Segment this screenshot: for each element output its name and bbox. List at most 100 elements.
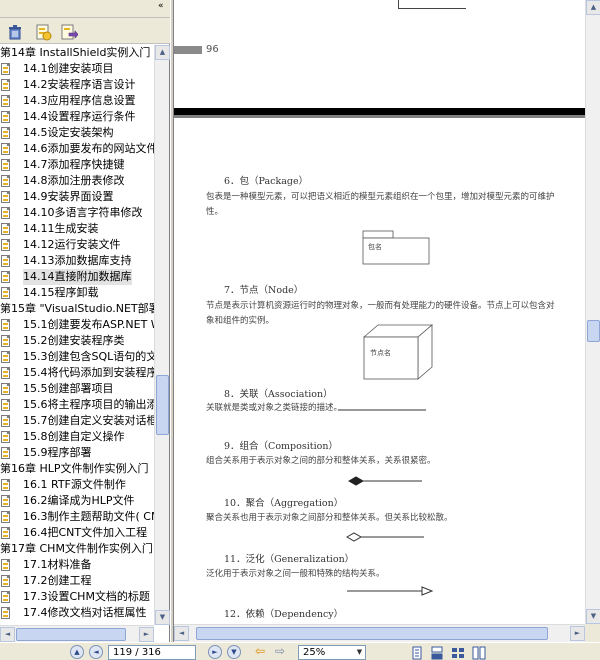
document-vertical-scrollbar[interactable]: ▲ ▼: [585, 0, 600, 624]
bookmark-item[interactable]: 14.15程序卸载: [0, 285, 154, 301]
current-page: 6．包（Package） 包表是一种模型元素，可以把语义相近的模型元素组织在一个…: [174, 118, 585, 624]
zoom-select[interactable]: 25% ▼: [298, 645, 366, 660]
scroll-right-arrow-icon[interactable]: ►: [570, 626, 585, 641]
header-bar-decoration: [174, 46, 202, 54]
scroll-down-arrow-icon[interactable]: ▼: [586, 609, 600, 624]
page-bookmark-icon: [1, 415, 10, 427]
bookmark-label: 17.1材料准备: [23, 558, 92, 571]
scroll-down-arrow-icon[interactable]: ▼: [155, 610, 170, 625]
bookmark-item[interactable]: 14.6添加要发布的网站文件: [0, 141, 154, 157]
bookmark-item[interactable]: 14.14直接附加数据库: [0, 269, 154, 285]
next-page-button[interactable]: ►: [208, 645, 222, 659]
bookmark-label: 14.2安装程序语言设计: [23, 78, 136, 91]
bookmark-item[interactable]: 15.7创建自定义安装对话框: [0, 413, 154, 429]
bookmark-item[interactable]: 14.10多语言字符串修改: [0, 205, 154, 221]
bookmarks-vertical-scrollbar[interactable]: ▲ ▼: [154, 45, 170, 625]
page-bookmark-icon: [1, 95, 10, 107]
bookmark-item[interactable]: 15.1创建要发布ASP.NET W: [0, 317, 154, 333]
bookmark-label: 第15章 "VisualStudio.NET部署项目": [0, 302, 154, 315]
scrollbar-corner: [585, 624, 600, 642]
scroll-up-arrow-icon[interactable]: ▲: [586, 0, 600, 15]
bookmark-item[interactable]: 15.5创建部署项目: [0, 381, 154, 397]
page-bookmark-icon: [1, 479, 10, 491]
page-bookmark-icon: [1, 143, 10, 155]
page-bookmark-icon: [1, 527, 10, 539]
bookmark-item[interactable]: 17.3设置CHM文档的标题: [0, 589, 154, 605]
bookmark-label: 15.5创建部署项目: [23, 382, 114, 395]
bookmark-label: 14.12运行安装文件: [23, 238, 121, 251]
first-page-button[interactable]: ▲: [70, 645, 84, 659]
forward-arrow-icon[interactable]: ⇨: [272, 645, 288, 659]
bookmark-item[interactable]: 15.2创建安装程序类: [0, 333, 154, 349]
generalization-arrow: [347, 586, 434, 596]
page-number-field[interactable]: 119 / 316: [108, 645, 196, 660]
bookmark-item[interactable]: 14.4设置程序运行条件: [0, 109, 154, 125]
continuous-view-icon[interactable]: [430, 645, 444, 660]
continuous-facing-view-icon[interactable]: [472, 645, 486, 660]
bookmark-chapter[interactable]: 第15章 "VisualStudio.NET部署项目": [0, 301, 154, 317]
bookmark-item[interactable]: 16.4把CNT文件加入工程: [0, 525, 154, 541]
scroll-up-arrow-icon[interactable]: ▲: [155, 45, 170, 60]
bookmark-item[interactable]: 15.9程序部署: [0, 445, 154, 461]
page-bookmark-icon: [1, 383, 10, 395]
bookmark-item[interactable]: 16.1 RTF源文件制作: [0, 477, 154, 493]
bookmark-item[interactable]: 14.13添加数据库支持: [0, 253, 154, 269]
bookmark-item[interactable]: 15.8创建自定义操作: [0, 429, 154, 445]
scroll-thumb[interactable]: [587, 320, 600, 342]
section-text: 组合关系用于表示对象之间的部分和整体关系，关系很紧密。: [206, 456, 436, 466]
bookmark-item[interactable]: 15.6将主程序项目的输出添: [0, 397, 154, 413]
bookmark-item[interactable]: 14.12运行安装文件: [0, 237, 154, 253]
bookmark-label: 16.1 RTF源文件制作: [23, 478, 126, 491]
bookmarks-horizontal-scrollbar[interactable]: ◄ ►: [0, 625, 154, 642]
bookmark-item[interactable]: 14.2安装程序语言设计: [0, 77, 154, 93]
collapse-panel-button[interactable]: «: [158, 1, 168, 15]
bookmark-item[interactable]: 17.1材料准备: [0, 557, 154, 573]
bookmark-item[interactable]: 16.3制作主题帮助文件( CN: [0, 509, 154, 525]
bookmark-item[interactable]: 14.8添加注册表修改: [0, 173, 154, 189]
bookmark-tree: 第14章 InstallShield实例入门 14.1创建安装项目 14.2安装程序…: [0, 45, 154, 625]
bookmark-item[interactable]: 15.4将代码添加到安装程序: [0, 365, 154, 381]
page-bookmark-icon: [1, 175, 10, 187]
back-arrow-icon[interactable]: ⇦: [252, 645, 268, 659]
bookmark-item[interactable]: 14.11生成安装: [0, 221, 154, 237]
bookmark-label: 15.7创建自定义安装对话框: [23, 414, 154, 427]
scroll-right-arrow-icon[interactable]: ►: [139, 627, 154, 642]
bookmark-chapter[interactable]: 第16章 HLP文件制作实例入门: [0, 461, 154, 477]
package-label: 包名: [368, 243, 382, 251]
bookmark-new-icon[interactable]: [33, 22, 52, 41]
trash-icon[interactable]: [5, 22, 23, 40]
bookmark-item[interactable]: 14.1创建安装项目: [0, 61, 154, 77]
previous-page-button[interactable]: ◄: [89, 645, 103, 659]
scroll-left-arrow-icon[interactable]: ◄: [174, 626, 189, 641]
section-text: 包表是一种模型元素，可以把语义相近的模型元素组织在一个包里，增加对模型元素的可维…: [206, 192, 555, 217]
page-bookmark-icon: [1, 159, 10, 171]
document-view[interactable]: 96 6．包（Package） 包表是一种模型元素，可以把语义相近的模型元素组织…: [174, 0, 585, 624]
section-heading: 9．组合（Composition）: [224, 441, 338, 452]
scroll-thumb[interactable]: [196, 627, 548, 640]
association-line: [338, 409, 426, 411]
bookmark-goto-icon[interactable]: [59, 22, 78, 40]
bookmark-item[interactable]: 14.5设定安装架构: [0, 125, 154, 141]
single-page-view-icon[interactable]: [410, 645, 424, 660]
bookmark-label: 14.9安装界面设置: [23, 190, 114, 203]
bookmark-item[interactable]: 14.9安装界面设置: [0, 189, 154, 205]
bookmark-item[interactable]: 14.3应用程序信息设置: [0, 93, 154, 109]
bookmark-item[interactable]: 15.3创建包含SQL语句的文: [0, 349, 154, 365]
scroll-thumb[interactable]: [156, 375, 169, 435]
page-bookmark-icon: [1, 367, 10, 379]
bookmark-item[interactable]: 17.2创建工程: [0, 573, 154, 589]
bookmark-item[interactable]: 16.2编译成为HLP文件: [0, 493, 154, 509]
bookmark-chapter[interactable]: 第14章 InstallShield实例入门: [0, 45, 154, 61]
facing-view-icon[interactable]: [451, 645, 465, 659]
page-bookmark-icon: [1, 495, 10, 507]
scroll-thumb[interactable]: [16, 628, 126, 641]
bookmark-label: 16.4把CNT文件加入工程: [23, 526, 148, 539]
document-horizontal-scrollbar[interactable]: ◄ ►: [174, 624, 585, 642]
node-label: 节点名: [370, 349, 391, 357]
bookmark-item[interactable]: 17.4修改文档对话框属性: [0, 605, 154, 621]
chevron-down-icon[interactable]: ▼: [354, 646, 365, 659]
scroll-left-arrow-icon[interactable]: ◄: [0, 627, 15, 642]
bookmark-chapter[interactable]: 第17章 CHM文件制作实例入门: [0, 541, 154, 557]
bookmark-item[interactable]: 14.7添加程序快捷键: [0, 157, 154, 173]
last-page-button[interactable]: ▼: [227, 645, 241, 659]
